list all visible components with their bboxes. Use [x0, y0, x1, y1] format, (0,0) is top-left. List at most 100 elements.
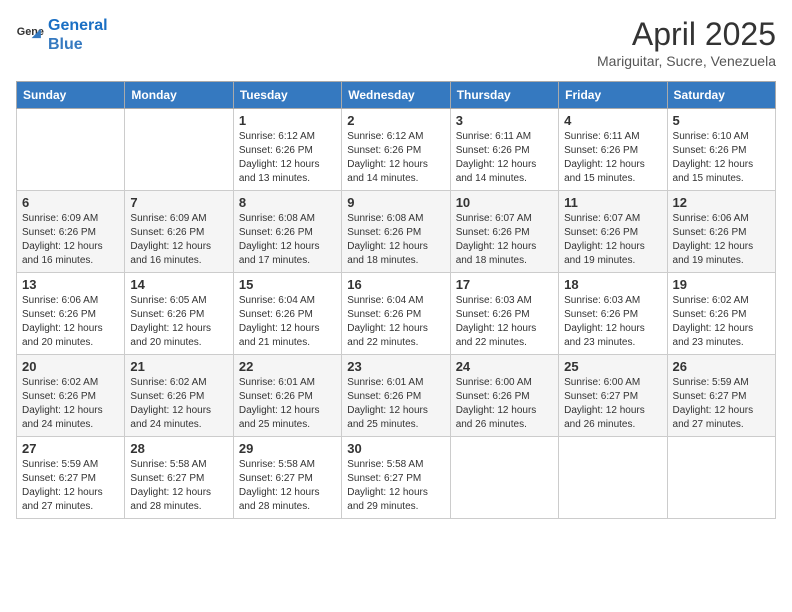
week-row-3: 20 Sunrise: 6:02 AM Sunset: 6:26 PM Dayli… — [17, 355, 776, 437]
calendar-cell: 22Sunrise: 6:01 AM Sunset: 6:26 PM Dayli… — [233, 355, 341, 437]
day-info: Sunrise: 6:03 AM Sunset: 6:26 PM Dayligh… — [564, 294, 661, 350]
calendar-cell: 12Sunrise: 6:06 AM Sunset: 6:26 PM Dayli… — [667, 191, 775, 273]
header-saturday: Saturday — [667, 82, 775, 109]
day-number: 27 — [22, 441, 119, 456]
calendar-cell — [17, 109, 125, 191]
calendar-cell: 29 Sunrise: 5:58 AM Sunset: 6:27 PM Dayli… — [233, 437, 341, 519]
calendar-cell: 18 Sunrise: 6:03 AM Sunset: 6:26 PM Dayli… — [559, 273, 667, 355]
calendar-table: SundayMondayTuesdayWednesdayThursdayFrid… — [16, 81, 776, 519]
day-number: 24 — [456, 359, 553, 374]
day-info: Sunrise: 5:59 AM Sunset: 6:27 PM Dayligh… — [22, 458, 119, 514]
day-info: Sunrise: 6:12 AM Sunset: 6:26 PM Dayligh… — [239, 130, 336, 186]
week-row-0: 1 Sunrise: 6:12 AM Sunset: 6:26 PM Daylig… — [17, 109, 776, 191]
day-number: 9 — [347, 195, 444, 210]
day-info: Sunrise: 6:11 AM Sunset: 6:26 PM Dayligh… — [564, 130, 661, 186]
calendar-cell: 4 Sunrise: 6:11 AM Sunset: 6:26 PM Daylig… — [559, 109, 667, 191]
calendar-cell: 27 Sunrise: 5:59 AM Sunset: 6:27 PM Dayli… — [17, 437, 125, 519]
day-number: 18 — [564, 277, 661, 292]
day-number: 7 — [130, 195, 227, 210]
day-number: 25 — [564, 359, 661, 374]
calendar-cell: 13 Sunrise: 6:06 AM Sunset: 6:26 PM Dayli… — [17, 273, 125, 355]
day-info: Sunrise: 6:08 AM Sunset: 6:26 PM Dayligh… — [239, 212, 336, 268]
day-number: 8 — [239, 195, 336, 210]
day-number: 10 — [456, 195, 553, 210]
day-number: 3 — [456, 113, 553, 128]
day-info: Sunrise: 6:00 AM Sunset: 6:26 PM Dayligh… — [456, 376, 553, 432]
day-info: Sunrise: 6:07 AM Sunset: 6:26 PM Dayligh… — [564, 212, 661, 268]
day-info: Sunrise: 5:59 AM Sunset: 6:27 PM Dayligh… — [673, 376, 770, 432]
calendar-cell: 25 Sunrise: 6:00 AM Sunset: 6:27 PM Dayli… — [559, 355, 667, 437]
calendar-cell: 26 Sunrise: 5:59 AM Sunset: 6:27 PM Dayli… — [667, 355, 775, 437]
calendar-cell — [667, 437, 775, 519]
day-number: 4 — [564, 113, 661, 128]
day-info: Sunrise: 6:00 AM Sunset: 6:27 PM Dayligh… — [564, 376, 661, 432]
header-wednesday: Wednesday — [342, 82, 450, 109]
day-number: 26 — [673, 359, 770, 374]
week-row-4: 27 Sunrise: 5:59 AM Sunset: 6:27 PM Dayli… — [17, 437, 776, 519]
day-number: 28 — [130, 441, 227, 456]
day-info: Sunrise: 5:58 AM Sunset: 6:27 PM Dayligh… — [239, 458, 336, 514]
logo-text: General Blue — [48, 16, 108, 54]
header-sunday: Sunday — [17, 82, 125, 109]
day-number: 21 — [130, 359, 227, 374]
day-number: 23 — [347, 359, 444, 374]
day-info: Sunrise: 6:01 AM Sunset: 6:26 PM Dayligh… — [347, 376, 444, 432]
calendar-cell: 24 Sunrise: 6:00 AM Sunset: 6:26 PM Dayli… — [450, 355, 558, 437]
day-info: Sunrise: 6:05 AM Sunset: 6:26 PM Dayligh… — [130, 294, 227, 350]
calendar-cell: 15 Sunrise: 6:04 AM Sunset: 6:26 PM Dayli… — [233, 273, 341, 355]
day-number: 13 — [22, 277, 119, 292]
calendar-cell: 23 Sunrise: 6:01 AM Sunset: 6:26 PM Dayli… — [342, 355, 450, 437]
calendar-cell: 20 Sunrise: 6:02 AM Sunset: 6:26 PM Dayli… — [17, 355, 125, 437]
calendar-cell: 8 Sunrise: 6:08 AM Sunset: 6:26 PM Daylig… — [233, 191, 341, 273]
day-info: Sunrise: 5:58 AM Sunset: 6:27 PM Dayligh… — [130, 458, 227, 514]
day-number: 1 — [239, 113, 336, 128]
day-number: 29 — [239, 441, 336, 456]
logo: General General Blue — [16, 16, 108, 54]
day-info: Sunrise: 5:58 AM Sunset: 6:27 PM Dayligh… — [347, 458, 444, 514]
calendar-cell — [450, 437, 558, 519]
calendar-cell: 28 Sunrise: 5:58 AM Sunset: 6:27 PM Dayli… — [125, 437, 233, 519]
calendar-cell: 2Sunrise: 6:12 AM Sunset: 6:26 PM Daylig… — [342, 109, 450, 191]
day-number: 16 — [347, 277, 444, 292]
calendar-cell: 19Sunrise: 6:02 AM Sunset: 6:26 PM Dayli… — [667, 273, 775, 355]
day-info: Sunrise: 6:04 AM Sunset: 6:26 PM Dayligh… — [239, 294, 336, 350]
day-info: Sunrise: 6:09 AM Sunset: 6:26 PM Dayligh… — [130, 212, 227, 268]
header-row: SundayMondayTuesdayWednesdayThursdayFrid… — [17, 82, 776, 109]
day-info: Sunrise: 6:06 AM Sunset: 6:26 PM Dayligh… — [22, 294, 119, 350]
day-number: 20 — [22, 359, 119, 374]
day-info: Sunrise: 6:04 AM Sunset: 6:26 PM Dayligh… — [347, 294, 444, 350]
calendar-cell: 16 Sunrise: 6:04 AM Sunset: 6:26 PM Dayli… — [342, 273, 450, 355]
day-number: 17 — [456, 277, 553, 292]
day-info: Sunrise: 6:01 AM Sunset: 6:26 PM Dayligh… — [239, 376, 336, 432]
day-number: 14 — [130, 277, 227, 292]
day-number: 5 — [673, 113, 770, 128]
header-tuesday: Tuesday — [233, 82, 341, 109]
day-info: Sunrise: 6:03 AM Sunset: 6:26 PM Dayligh… — [456, 294, 553, 350]
calendar-cell: 1 Sunrise: 6:12 AM Sunset: 6:26 PM Daylig… — [233, 109, 341, 191]
day-info: Sunrise: 6:11 AM Sunset: 6:26 PM Dayligh… — [456, 130, 553, 186]
day-info: Sunrise: 6:02 AM Sunset: 6:26 PM Dayligh… — [673, 294, 770, 350]
calendar-cell: 6 Sunrise: 6:09 AM Sunset: 6:26 PM Daylig… — [17, 191, 125, 273]
week-row-1: 6 Sunrise: 6:09 AM Sunset: 6:26 PM Daylig… — [17, 191, 776, 273]
day-info: Sunrise: 6:06 AM Sunset: 6:26 PM Dayligh… — [673, 212, 770, 268]
calendar-cell: 21Sunrise: 6:02 AM Sunset: 6:26 PM Dayli… — [125, 355, 233, 437]
header-monday: Monday — [125, 82, 233, 109]
day-info: Sunrise: 6:07 AM Sunset: 6:26 PM Dayligh… — [456, 212, 553, 268]
page-header: General General Blue April 2025 Mariguit… — [16, 16, 776, 69]
calendar-cell: 3 Sunrise: 6:11 AM Sunset: 6:26 PM Daylig… — [450, 109, 558, 191]
calendar-cell: 5 Sunrise: 6:10 AM Sunset: 6:26 PM Daylig… — [667, 109, 775, 191]
day-number: 15 — [239, 277, 336, 292]
day-info: Sunrise: 6:08 AM Sunset: 6:26 PM Dayligh… — [347, 212, 444, 268]
day-info: Sunrise: 6:12 AM Sunset: 6:26 PM Dayligh… — [347, 130, 444, 186]
month-title: April 2025 — [597, 16, 776, 53]
day-info: Sunrise: 6:02 AM Sunset: 6:26 PM Dayligh… — [22, 376, 119, 432]
week-row-2: 13 Sunrise: 6:06 AM Sunset: 6:26 PM Dayli… — [17, 273, 776, 355]
calendar-cell — [125, 109, 233, 191]
day-number: 6 — [22, 195, 119, 210]
day-info: Sunrise: 6:10 AM Sunset: 6:26 PM Dayligh… — [673, 130, 770, 186]
logo-icon: General — [16, 21, 44, 49]
calendar-cell: 11Sunrise: 6:07 AM Sunset: 6:26 PM Dayli… — [559, 191, 667, 273]
calendar-cell: 30Sunrise: 5:58 AM Sunset: 6:27 PM Dayli… — [342, 437, 450, 519]
day-info: Sunrise: 6:09 AM Sunset: 6:26 PM Dayligh… — [22, 212, 119, 268]
calendar-cell — [559, 437, 667, 519]
